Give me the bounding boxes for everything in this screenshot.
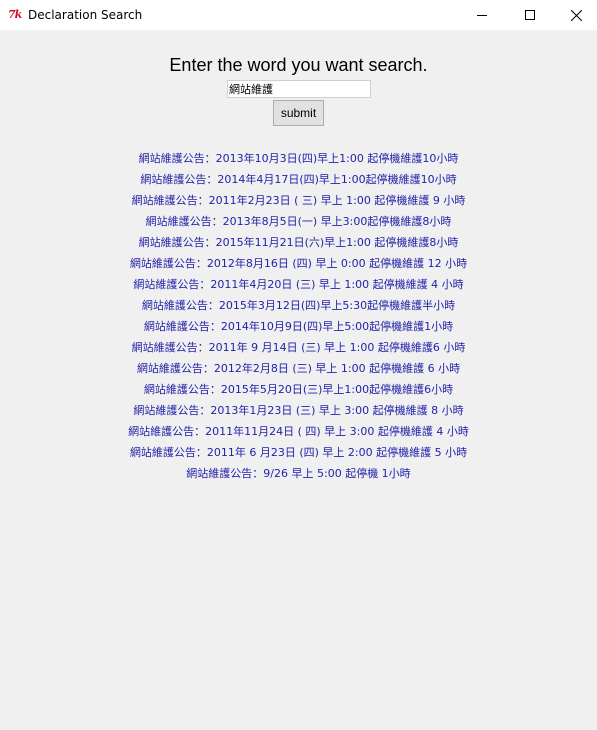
main-content: Enter the word you want search. submit 網… [0, 30, 597, 730]
result-item: 網站維護公告：2011年11月24日 ( 四) 早上 3:00 起停機維護 4 … [128, 425, 469, 438]
result-item: 網站維護公告：2015年3月12日(四)早上5:30起停機維護半小時 [141, 299, 456, 312]
result-item: 網站維護公告：2013年10月3日(四)早上1:00 起停機維護10小時 [138, 152, 459, 165]
result-item: 網站維護公告：2011年 6 月23日 (四) 早上 2:00 起停機維護 5 … [129, 446, 468, 459]
submit-button[interactable]: submit [273, 100, 324, 126]
tk-feather-icon: 7k [8, 8, 22, 21]
title-bar[interactable]: 7k Declaration Search [0, 0, 597, 30]
result-item: 網站維護公告：2013年8月5日(一) 早上3:00起停機維護8小時 [145, 215, 452, 228]
search-prompt: Enter the word you want search. [169, 55, 428, 75]
results-list: 網站維護公告：2013年10月3日(四)早上1:00 起停機維護10小時 網站維護… [0, 148, 597, 484]
maximize-button[interactable] [507, 0, 553, 30]
maximize-icon [525, 10, 535, 20]
result-item: 網站維護公告：9/26 早上 5:00 起停機 1小時 [186, 467, 411, 480]
result-item: 網站維護公告：2011年2月23日 ( 三) 早上 1:00 起停機維護 9 小… [131, 194, 466, 207]
search-input[interactable] [227, 80, 371, 98]
result-item: 網站維護公告：2013年1月23日 (三) 早上 3:00 起停機維護 8 小時 [133, 404, 464, 417]
result-item: 網站維護公告：2012年2月8日 (三) 早上 1:00 起停機維護 6 小時 [136, 362, 461, 375]
close-button[interactable] [553, 0, 597, 30]
result-item: 網站維護公告：2014年10月9日(四)早上5:00起停機維護1小時 [143, 320, 454, 333]
result-item: 網站維護公告：2015年11月21日(六)早上1:00 起停機維護8小時 [138, 236, 459, 249]
result-item: 網站維護公告：2011年4月20日 (三) 早上 1:00 起停機維護 4 小時 [133, 278, 464, 291]
close-icon [570, 9, 582, 21]
result-item: 網站維護公告：2014年4月17日(四)早上1:00起停機維護10小時 [140, 173, 457, 186]
result-item: 網站維護公告：2011年 9 月14日 (三) 早上 1:00 起停機維護6 小… [131, 341, 466, 354]
minimize-button[interactable] [459, 0, 505, 30]
app-window: 7k Declaration Search Enter the word you… [0, 0, 597, 730]
result-item: 網站維護公告：2015年5月20日(三)早上1:00起停機維護6小時 [143, 383, 454, 396]
window-title: Declaration Search [28, 8, 143, 22]
result-item: 網站維護公告：2012年8月16日 (四) 早上 0:00 起停機維護 12 小… [129, 257, 468, 270]
minimize-icon [477, 15, 487, 16]
